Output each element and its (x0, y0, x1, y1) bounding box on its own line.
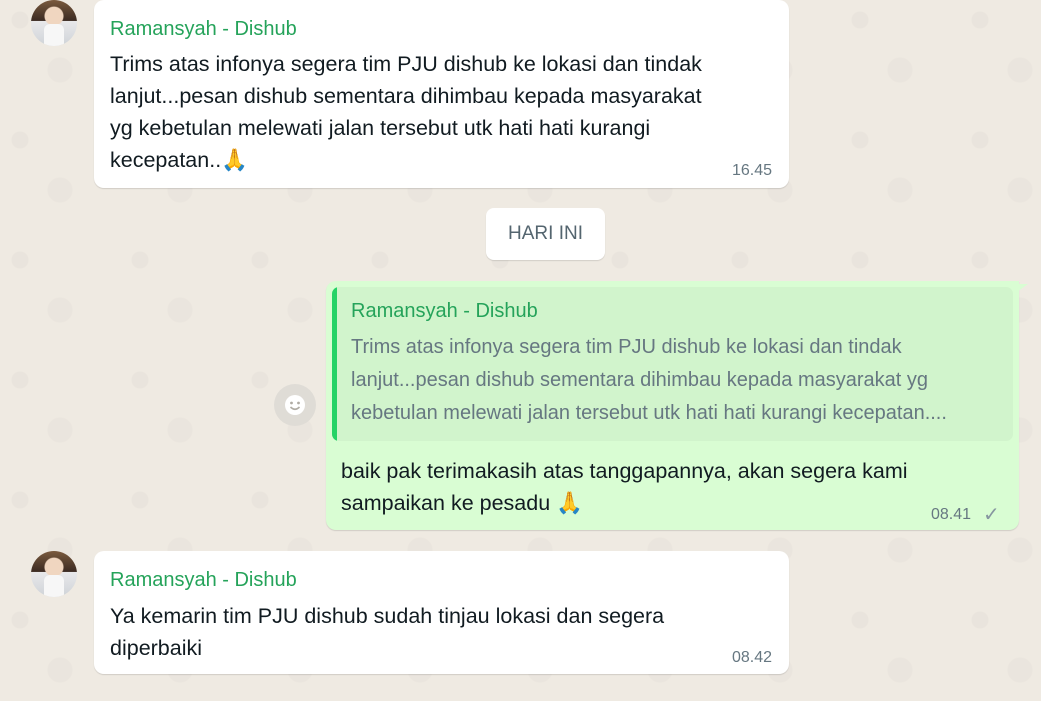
sender-name[interactable]: Ramansyah - Dishub (110, 18, 297, 41)
folded-hands-emoji: 🙏 (556, 491, 583, 516)
quote-text: Trims atas infonya segera tim PJU dishub… (351, 336, 947, 424)
message-text: Trims atas infonya segera tim PJU dishub… (110, 52, 702, 173)
sender-name[interactable]: Ramansyah - Dishub (110, 569, 297, 592)
quote-accent-bar (332, 287, 337, 441)
reply-message-text: baik pak terimakasih atas tanggapannya, … (341, 459, 908, 516)
single-check-icon: ✓ (983, 504, 1000, 526)
message-time: 08.42 (732, 649, 773, 666)
folded-hands-emoji: 🙏 (221, 148, 248, 173)
incoming-message-bubble[interactable]: Ramansyah - Dishub Trims atas infonya se… (94, 0, 789, 188)
smiley-icon (285, 395, 305, 415)
message-time: 16.45 (732, 162, 773, 179)
quoted-message[interactable]: Ramansyah - Dishub Trims atas infonya se… (332, 287, 1013, 441)
quote-sender-name: Ramansyah - Dishub (351, 300, 538, 322)
message-time: 08.41 (931, 506, 972, 523)
message-text: Ya kemarin tim PJU dishub sudah tinjau l… (110, 604, 665, 660)
avatar[interactable] (31, 0, 77, 46)
emoji-reaction-button[interactable] (274, 384, 316, 426)
incoming-message-bubble[interactable]: Ramansyah - Dishub Ya kemarin tim PJU di… (94, 551, 789, 674)
avatar[interactable] (31, 551, 77, 597)
date-divider: HARI INI (486, 208, 605, 260)
